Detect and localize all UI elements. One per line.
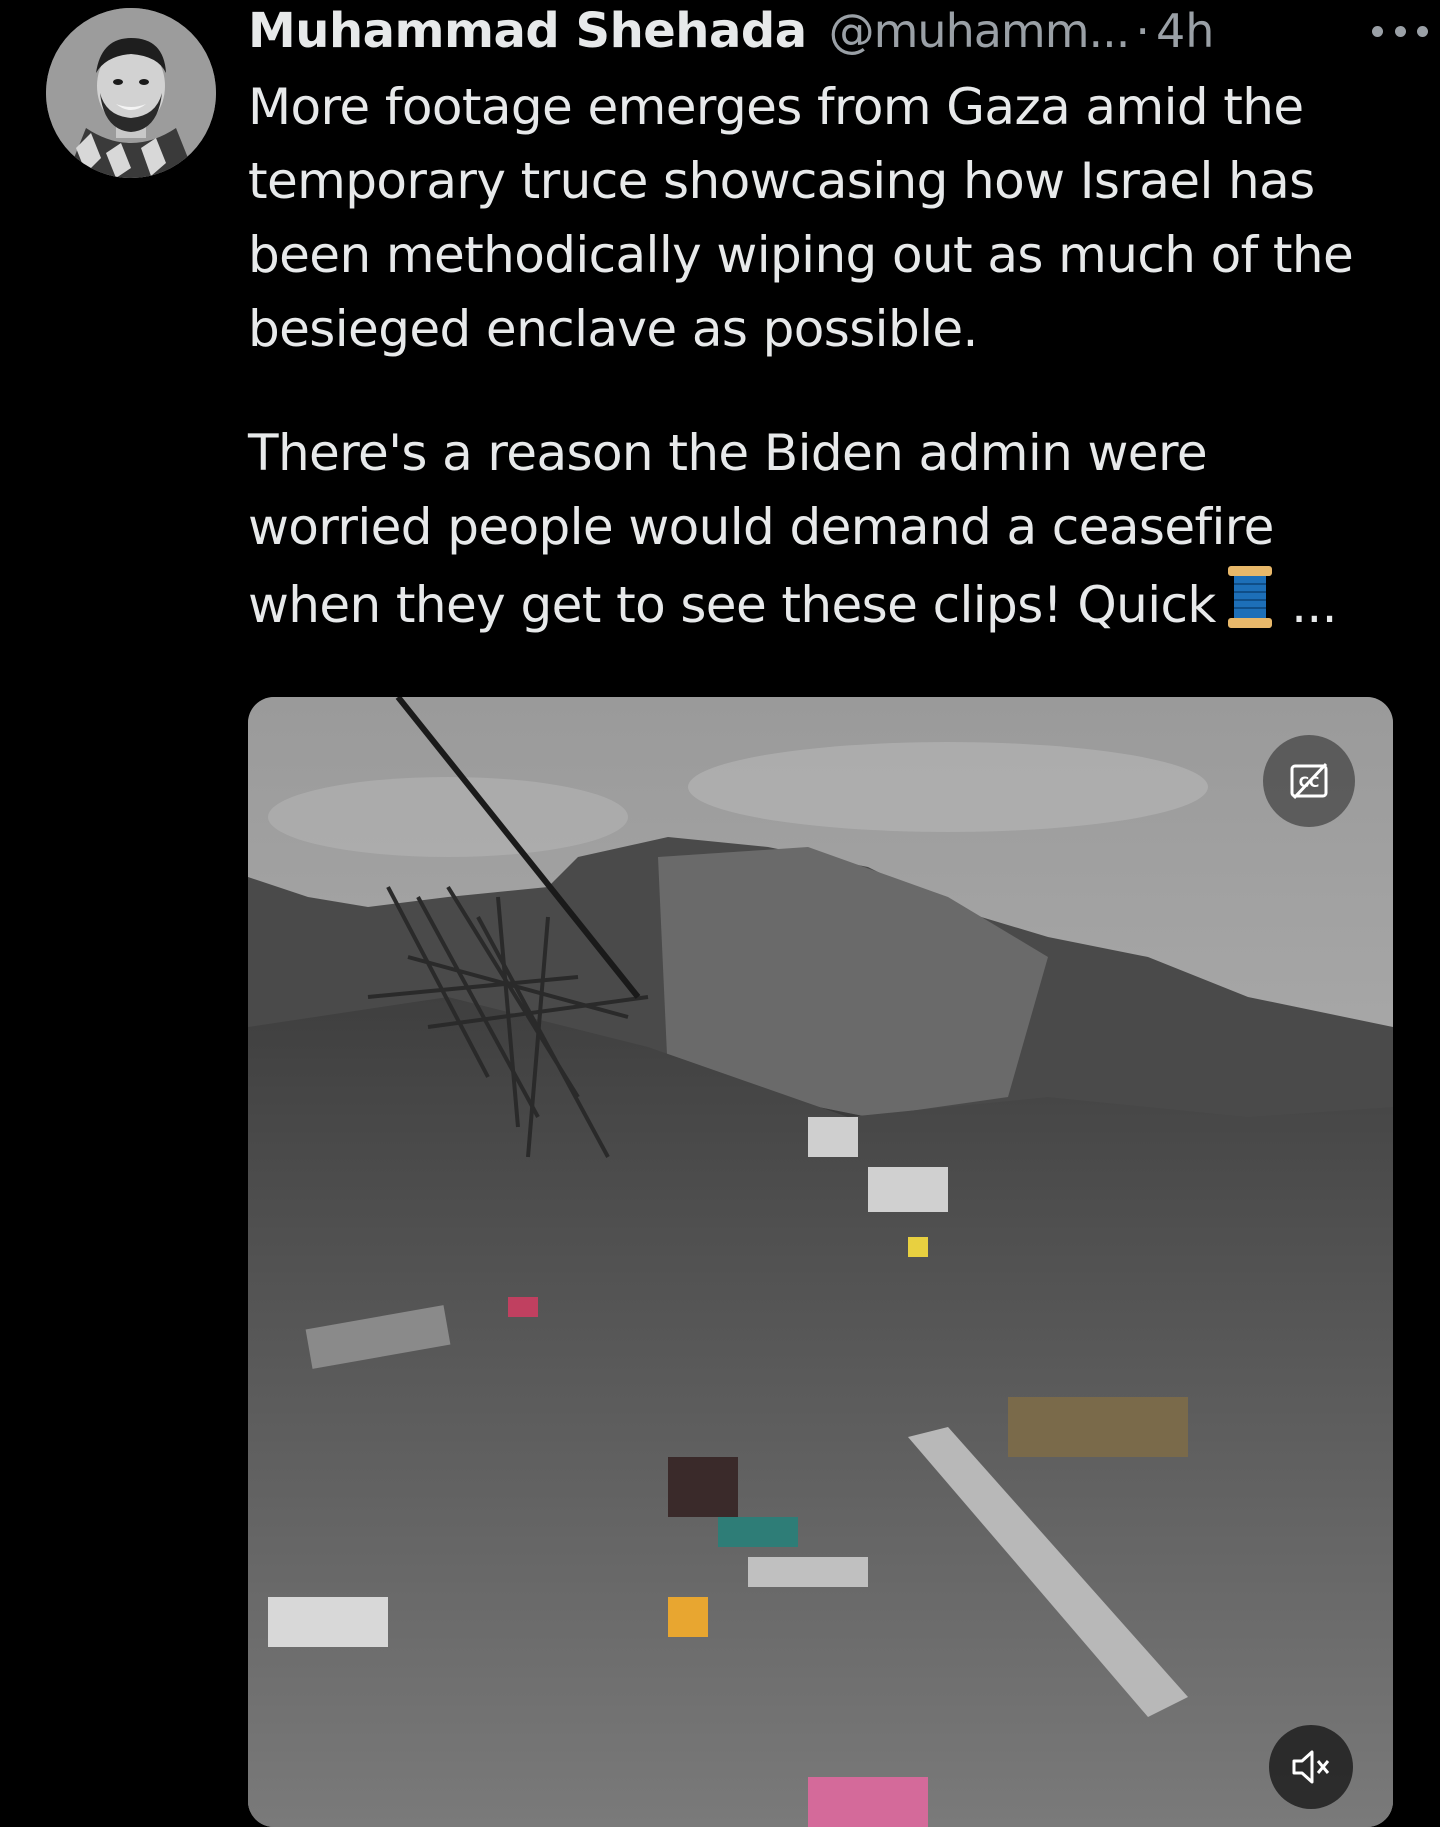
- closed-captions-off-icon: CC: [1290, 762, 1328, 800]
- tweet-paragraph-2: There's a reason the Biden admin were wo…: [248, 416, 1398, 650]
- more-dot-icon: [1394, 25, 1406, 37]
- tweet-content: Muhammad Shehada @muhamm... · 4h More fo…: [248, 0, 1398, 650]
- tweet-paragraph-2-text: There's a reason the Biden admin were wo…: [248, 424, 1274, 634]
- avatar-image: [46, 8, 216, 178]
- more-dot-icon: [1372, 25, 1383, 37]
- show-more-ellipsis[interactable]: ...: [1291, 576, 1337, 634]
- speaker-muted-icon: [1292, 1750, 1330, 1784]
- tweet-paragraph-1: More footage emerges from Gaza amid the …: [248, 78, 1354, 358]
- tweet[interactable]: Muhammad Shehada @muhamm... · 4h More fo…: [0, 0, 1440, 1827]
- separator-dot: ·: [1135, 4, 1151, 58]
- captions-button[interactable]: CC: [1263, 735, 1355, 827]
- author-name[interactable]: Muhammad Shehada: [248, 3, 807, 59]
- timestamp[interactable]: 4h: [1156, 4, 1214, 58]
- author-handle[interactable]: @muhamm...: [829, 4, 1131, 58]
- more-options-button[interactable]: [1372, 16, 1428, 46]
- avatar[interactable]: [46, 8, 216, 178]
- video-frame-rubble: [248, 697, 1393, 1827]
- tweet-header: Muhammad Shehada @muhamm... · 4h: [248, 0, 1398, 62]
- more-dot-icon: [1417, 25, 1428, 37]
- mute-button[interactable]: [1269, 1725, 1353, 1809]
- video-player[interactable]: CC: [248, 697, 1393, 1827]
- spool-of-thread-icon: [1224, 564, 1276, 650]
- tweet-text: More footage emerges from Gaza amid the …: [248, 70, 1398, 650]
